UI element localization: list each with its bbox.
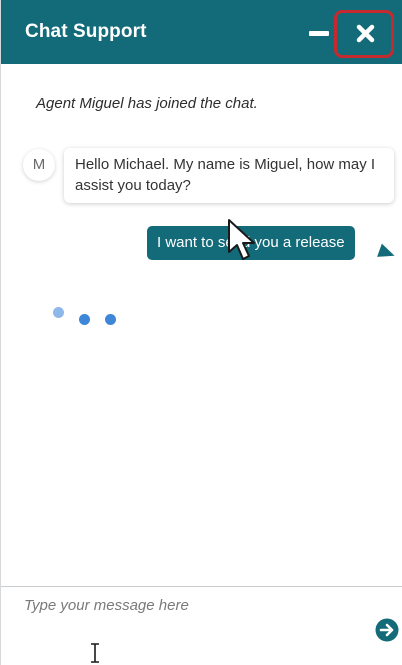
chat-header: Chat Support [1,0,402,64]
chat-widget: Chat Support Agent Miguel has joined the… [0,0,402,665]
message-list[interactable]: Agent Miguel has joined the chat. M Hell… [1,64,402,586]
typing-indicator-dot [53,307,64,318]
typing-indicator-dot [79,314,90,325]
agent-avatar: M [23,149,55,181]
text-cursor-icon [91,643,99,663]
mouse-pointer-icon [228,219,255,260]
agent-message-bubble: Hello Michael. My name is Miguel, how ma… [64,148,394,203]
user-bubble-tail [377,243,397,263]
close-icon [356,24,375,43]
minimize-icon [309,31,329,36]
message-input[interactable] [24,597,354,647]
typing-indicator-dot [105,314,116,325]
message-composer [1,587,402,665]
chat-title: Chat Support [25,21,147,42]
system-message: Agent Miguel has joined the chat. [36,95,258,112]
close-button[interactable] [334,10,394,58]
send-button[interactable] [375,618,399,642]
